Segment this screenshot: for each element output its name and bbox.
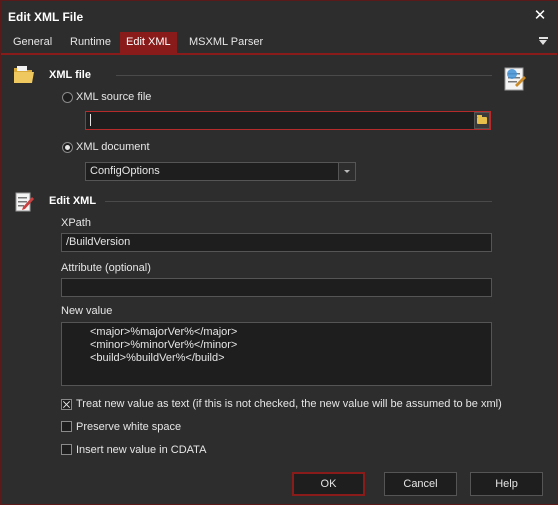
chevron-down-icon[interactable] (338, 163, 355, 180)
dialog-footer: OK Cancel Help (1, 466, 557, 504)
tab-overflow-menu-icon[interactable] (539, 35, 551, 49)
tab-general[interactable]: General (7, 32, 58, 53)
xpath-input[interactable]: /BuildVersion (61, 233, 492, 252)
folder-open-icon (14, 66, 34, 83)
cdata-label: Insert new value in CDATA (76, 444, 207, 456)
xpath-label: XPath (61, 217, 91, 229)
close-icon[interactable]: ✕ (531, 7, 549, 25)
attribute-input[interactable] (61, 278, 492, 297)
preserve-whitespace-checkbox[interactable] (61, 421, 72, 432)
xml-document-selected-value: ConfigOptions (90, 165, 160, 177)
edit-document-icon (15, 192, 34, 212)
preserve-whitespace-label: Preserve white space (76, 421, 182, 433)
ok-button[interactable]: OK (292, 472, 365, 496)
new-value-line: <major>%majorVer%</major> (90, 326, 238, 338)
section-divider (116, 75, 492, 76)
treat-as-text-label: Treat new value as text (if this is not … (76, 398, 502, 410)
edit-xml-section-title: Edit XML (49, 195, 97, 207)
tab-runtime[interactable]: Runtime (64, 32, 117, 53)
browse-file-button[interactable] (474, 112, 490, 129)
tab-msxml-parser[interactable]: MSXML Parser (183, 32, 269, 53)
xml-document-radio[interactable] (62, 142, 73, 153)
xml-source-file-label: XML source file (76, 91, 152, 103)
treat-as-text-checkbox[interactable] (61, 399, 72, 410)
section-divider (105, 201, 492, 202)
xml-document-label: XML document (76, 141, 150, 153)
xml-file-section-title: XML file (49, 69, 91, 81)
xml-document-icon (504, 67, 526, 91)
xml-document-select[interactable]: ConfigOptions (85, 162, 356, 181)
tab-bar: General Runtime Edit XML MSXML Parser (1, 32, 557, 55)
new-value-label: New value (61, 305, 113, 317)
new-value-textarea[interactable]: <major>%majorVer%</major> <minor>%minorV… (61, 322, 492, 386)
attribute-label: Attribute (optional) (61, 262, 151, 274)
window-title: Edit XML File (8, 10, 84, 24)
help-button[interactable]: Help (470, 472, 543, 496)
edit-xml-file-dialog: Edit XML File ✕ General Runtime Edit XML… (0, 0, 558, 505)
new-value-line: <build>%buildVer%</build> (90, 352, 225, 364)
tab-edit-xml[interactable]: Edit XML (120, 32, 177, 53)
folder-icon (477, 115, 487, 124)
cdata-checkbox[interactable] (61, 444, 72, 455)
edit-xml-tab-content: XML file XML source file XML document Co… (1, 57, 557, 466)
xml-source-file-input[interactable] (85, 111, 491, 130)
xml-source-file-radio[interactable] (62, 92, 73, 103)
new-value-line: <minor>%minorVer%</minor> (90, 339, 238, 351)
cancel-button[interactable]: Cancel (384, 472, 457, 496)
title-bar: Edit XML File ✕ (1, 1, 557, 32)
